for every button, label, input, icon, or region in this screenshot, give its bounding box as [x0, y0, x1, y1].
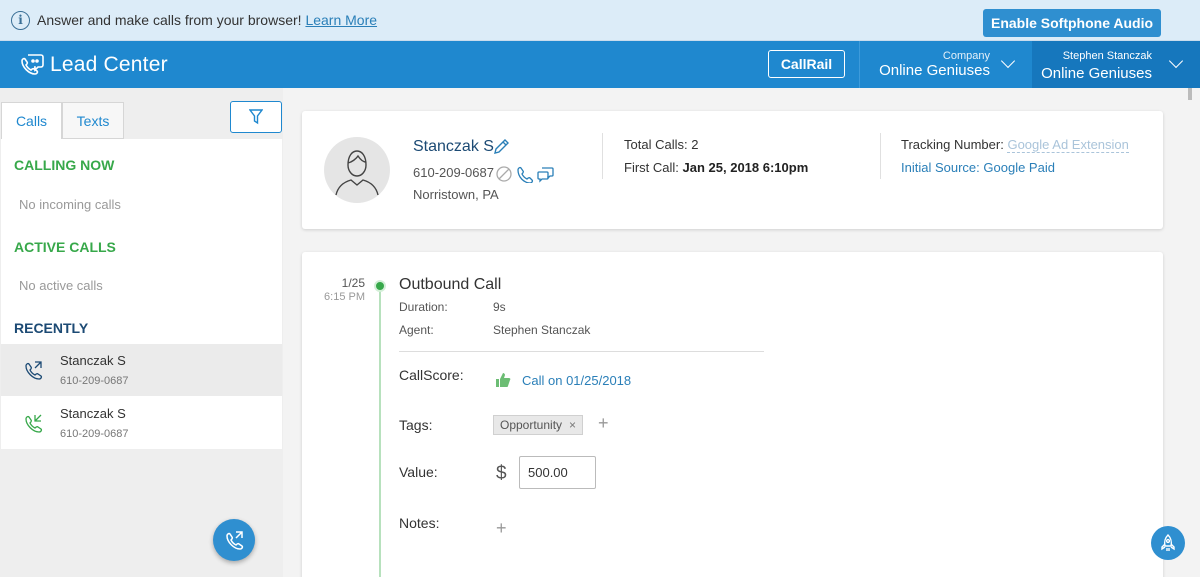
- tracking-number-stat: Tracking Number: Google Ad Extension: [901, 137, 1129, 153]
- tab-texts[interactable]: Texts: [62, 102, 124, 139]
- value-label: Value:: [399, 464, 438, 480]
- launcher-button[interactable]: [1151, 526, 1185, 560]
- outgoing-call-icon: [25, 361, 43, 380]
- recently-heading: RECENTLY: [14, 320, 89, 336]
- enable-softphone-button[interactable]: Enable Softphone Audio: [983, 9, 1161, 37]
- banner-text: Answer and make calls from your browser!: [37, 12, 302, 28]
- chevron-down-icon: [1000, 53, 1016, 69]
- app-name: Lead Center: [50, 53, 168, 76]
- block-icon[interactable]: [495, 165, 513, 183]
- contact-location: Norristown, PA: [413, 187, 499, 202]
- currency-symbol: $: [496, 463, 507, 484]
- call-list-panel: CALLING NOW No incoming calls ACTIVE CAL…: [1, 139, 282, 449]
- edit-pencil-icon[interactable]: [492, 138, 510, 156]
- contact-card: Stanczak S 610-209-0687 Norristown, PA T…: [302, 111, 1163, 229]
- tag-chip: Opportunity ×: [493, 415, 584, 435]
- incoming-call-icon: [25, 414, 43, 433]
- total-calls-label: Total Calls:: [624, 137, 688, 152]
- remove-tag-icon[interactable]: ×: [569, 418, 576, 432]
- tracking-number-link[interactable]: Google Ad Extension: [1007, 137, 1129, 153]
- timeline-line: [379, 286, 381, 577]
- no-incoming-calls-text: No incoming calls: [19, 197, 121, 212]
- first-call-label: First Call:: [624, 160, 679, 175]
- call-type-title: Outbound Call: [399, 276, 502, 293]
- notification-banner: i Answer and make calls from your browse…: [0, 0, 1200, 41]
- agent-value: Stephen Stanczak: [493, 323, 591, 337]
- company-name: Online Geniuses: [879, 62, 990, 79]
- chevron-down-icon: [1168, 53, 1184, 69]
- initial-source-value: Google Paid: [983, 160, 1055, 175]
- notes-label: Notes:: [399, 515, 440, 531]
- add-tag-icon[interactable]: +: [598, 413, 609, 434]
- filter-icon: [249, 109, 263, 125]
- recent-call-name: Stanczak S: [60, 353, 126, 368]
- user-name: Stephen Stanczak: [1062, 50, 1152, 62]
- recent-call-name: Stanczak S: [60, 406, 126, 421]
- rocket-icon: [1161, 534, 1175, 551]
- top-navbar: Lead Center CallRail Company Online Geni…: [0, 41, 1200, 88]
- recent-call-item[interactable]: Stanczak S 610-209-0687: [1, 344, 282, 396]
- banner-message: Answer and make calls from your browser!…: [37, 12, 377, 28]
- calling-now-heading: CALLING NOW: [14, 157, 115, 173]
- initial-source-stat: Initial Source: Google Paid: [901, 160, 1055, 175]
- contact-phone: 610-209-0687: [413, 165, 494, 180]
- timeline-date: 1/25: [341, 276, 365, 290]
- filter-button[interactable]: [230, 101, 282, 133]
- callscore-link[interactable]: Call on 01/25/2018: [522, 373, 631, 388]
- timeline-time: 6:15 PM: [324, 291, 365, 303]
- scrollbar[interactable]: [1188, 88, 1192, 100]
- company-switcher[interactable]: Company Online Geniuses: [860, 41, 1032, 88]
- contact-name: Stanczak S: [413, 138, 494, 155]
- divider: [399, 351, 764, 352]
- info-icon: i: [11, 11, 30, 30]
- tracking-number-label: Tracking Number:: [901, 137, 1004, 152]
- company-label: Company: [942, 50, 990, 62]
- add-note-icon[interactable]: +: [496, 518, 507, 539]
- tags-label: Tags:: [399, 417, 433, 433]
- new-call-button[interactable]: [213, 519, 255, 561]
- tab-calls[interactable]: Calls: [1, 102, 62, 140]
- recent-call-number: 610-209-0687: [60, 375, 129, 387]
- dial-phone-icon: [226, 531, 244, 550]
- first-call-value: Jan 25, 2018 6:10pm: [682, 160, 809, 175]
- user-company: Online Geniuses: [1041, 65, 1152, 82]
- duration-label: Duration:: [399, 300, 448, 314]
- text-message-icon[interactable]: [537, 165, 555, 183]
- callscore-label: CallScore:: [399, 367, 464, 383]
- person-avatar-icon: [335, 150, 379, 196]
- value-input[interactable]: [519, 456, 596, 489]
- thumbs-up-icon[interactable]: [494, 371, 512, 389]
- timeline-dot: [374, 280, 386, 292]
- initial-source-label: Initial Source:: [901, 160, 980, 175]
- avatar: [324, 137, 390, 203]
- duration-value: 9s: [493, 300, 506, 314]
- sidebar: Calls Texts CALLING NOW No incoming call…: [0, 88, 283, 577]
- total-calls-stat: Total Calls: 2: [624, 137, 698, 152]
- active-calls-heading: ACTIVE CALLS: [14, 239, 116, 255]
- agent-label: Agent:: [399, 323, 434, 337]
- recent-call-number: 610-209-0687: [60, 428, 129, 440]
- user-menu[interactable]: Stephen Stanczak Online Geniuses: [1032, 41, 1200, 88]
- divider: [880, 133, 881, 179]
- total-calls-value: 2: [691, 137, 699, 152]
- lead-center-logo-icon: [21, 54, 44, 75]
- first-call-stat: First Call: Jan 25, 2018 6:10pm: [624, 160, 808, 175]
- divider: [602, 133, 603, 179]
- recent-call-item[interactable]: Stanczak S 610-209-0687: [1, 397, 282, 449]
- no-active-calls-text: No active calls: [19, 278, 103, 293]
- tag-label: Opportunity: [500, 418, 563, 432]
- phone-icon[interactable]: [516, 165, 534, 183]
- learn-more-link[interactable]: Learn More: [305, 12, 377, 28]
- call-timeline-card: 1/25 6:15 PM Outbound Call Duration: 9s …: [302, 252, 1163, 577]
- callrail-button[interactable]: CallRail: [768, 50, 845, 78]
